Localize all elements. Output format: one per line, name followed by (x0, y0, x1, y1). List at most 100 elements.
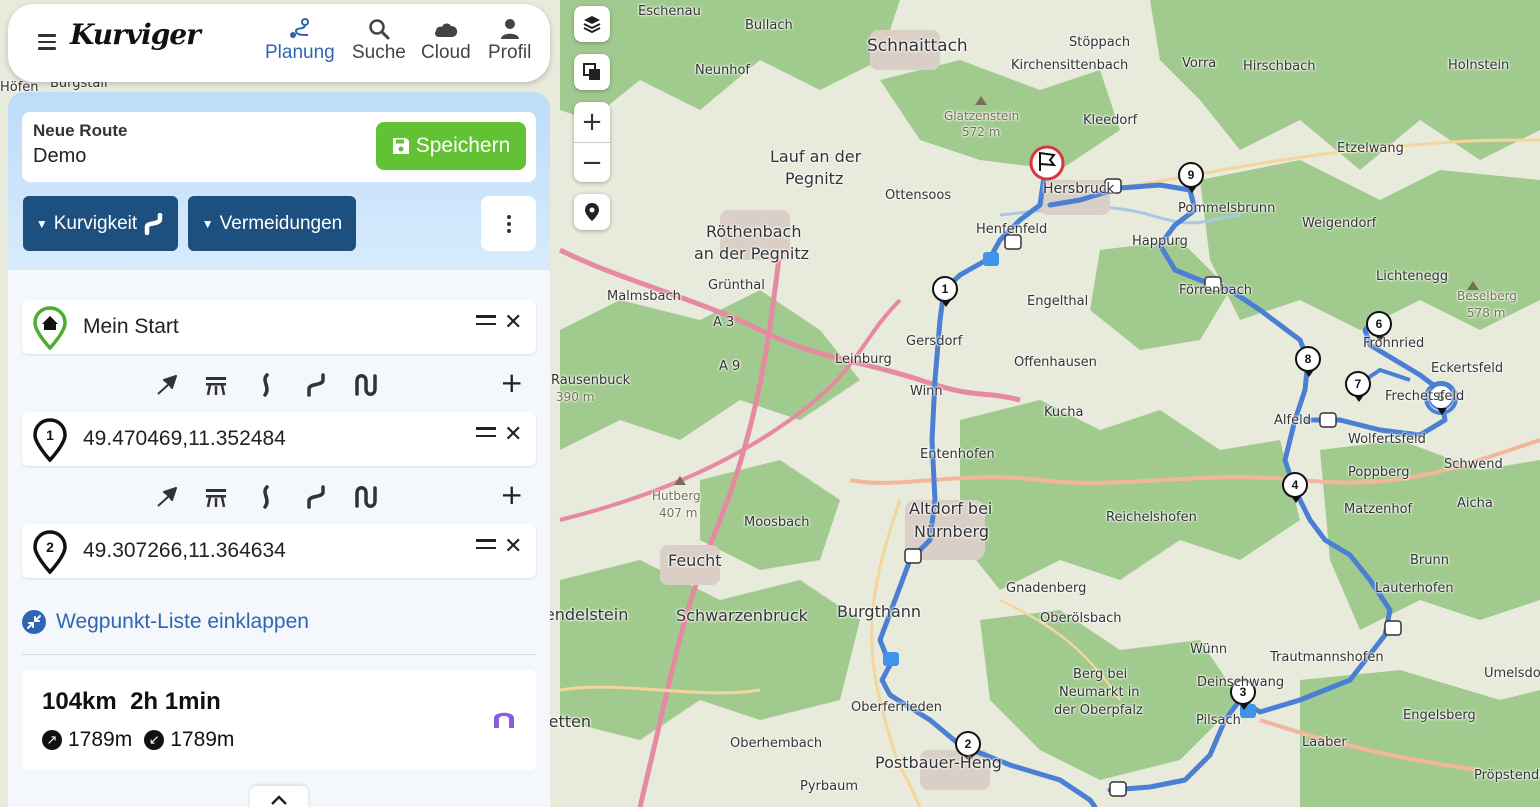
fast-mode-icon[interactable] (253, 372, 279, 398)
tunnel-icon[interactable] (492, 706, 516, 730)
map-label: Wünn (1190, 642, 1228, 657)
route-header: Neue Route Demo Speichern ▼ Kurvigkeit ▼… (8, 92, 550, 270)
cloud-icon (434, 23, 458, 37)
route-marker-9[interactable]: 9 (1178, 162, 1204, 193)
route-label: Neue Route (33, 121, 128, 140)
save-button[interactable]: Speichern (376, 122, 526, 170)
more-options-button[interactable] (481, 196, 536, 251)
map-label: Frohnried (1363, 336, 1425, 351)
collapse-waypoints-link[interactable]: Wegpunkt-Liste einklappen (22, 610, 309, 634)
extra-curvy-mode-icon[interactable] (353, 372, 379, 398)
duration-value: 2h 1min (130, 688, 221, 715)
waypoint-start[interactable]: Mein Start ✕ (22, 300, 536, 354)
map-label: Entenhofen (920, 447, 995, 462)
waypoint-1-marker-icon: 1 (33, 418, 67, 462)
map-label: Hersbruck (1043, 181, 1115, 197)
app-logo[interactable]: Kurviger (70, 18, 201, 51)
descent-value: 1789m (170, 728, 235, 751)
route-marker-1[interactable]: 1 (932, 276, 958, 307)
map-label: der Oberpfalz (1054, 703, 1143, 718)
direct-mode-icon[interactable] (154, 484, 180, 510)
nav-profil[interactable]: Profil (488, 18, 531, 64)
map-label: Postbauer-Heng (875, 753, 1002, 772)
route-marker-4[interactable]: 4 (1282, 472, 1308, 503)
map-label: Pilsach (1196, 713, 1241, 728)
map-label: Schwarzenbruck (676, 606, 808, 625)
remove-waypoint-icon[interactable]: ✕ (504, 422, 522, 447)
zoom-out-button[interactable]: − (574, 142, 610, 182)
map-label: Kleedorf (1083, 113, 1138, 128)
waypoint-text[interactable]: 49.470469,11.352484 (83, 427, 286, 451)
route-icon (289, 18, 309, 38)
map-label: Holnstein (1448, 58, 1510, 73)
caret-down-icon: ▼ (201, 216, 214, 231)
overlay-button[interactable] (574, 54, 610, 90)
add-waypoint-icon[interactable]: + (500, 366, 523, 399)
map-label: Neumarkt in (1059, 685, 1140, 700)
menu-icon[interactable] (38, 34, 56, 50)
map-label: Malmsbach (607, 289, 681, 304)
caret-down-icon: ▼ (35, 216, 48, 231)
nav-planung[interactable]: Planung (265, 18, 335, 64)
expand-panel-button[interactable] (250, 786, 308, 807)
map-label: Grünthal (708, 278, 765, 293)
add-waypoint-icon[interactable]: + (500, 478, 523, 511)
map-label: Beselberg (1457, 289, 1517, 303)
layers-button[interactable] (574, 6, 610, 42)
drag-handle-icon[interactable] (476, 427, 496, 442)
route-marker-8[interactable]: 8 (1295, 346, 1321, 377)
map-label: Lauterhofen (1375, 581, 1454, 596)
save-label: Speichern (415, 134, 511, 157)
map-label: Frechetsfeld (1385, 389, 1465, 404)
curviness-label: Kurvigkeit (53, 212, 138, 234)
route-marker-6[interactable]: 6 (1366, 311, 1392, 342)
curvy-mode-icon[interactable] (303, 484, 329, 510)
map-label: 572 m (962, 125, 1001, 139)
waypoint-1[interactable]: 1 49.470469,11.352484 ✕ (22, 412, 536, 466)
map-label: 407 m (659, 506, 698, 520)
map-label: Poppberg (1348, 465, 1410, 480)
route-card: Neue Route Demo Speichern (22, 112, 536, 182)
remove-waypoint-icon[interactable]: ✕ (504, 534, 522, 559)
map-label: Winn (910, 384, 943, 399)
finish-flag-icon (1029, 145, 1065, 181)
map-label: Oberölsbach (1040, 611, 1122, 626)
drag-handle-icon[interactable] (476, 539, 496, 554)
waypoint-text[interactable]: Mein Start (83, 315, 179, 339)
map-label: Engelsberg (1403, 708, 1476, 723)
highway-mode-icon[interactable] (203, 372, 229, 398)
map-label: Oberferrieden (851, 700, 942, 715)
map-label: Henfenfeld (976, 222, 1048, 237)
map-label: Trautmannshofen (1270, 650, 1384, 665)
map-label: Lichtenegg (1376, 269, 1449, 284)
drag-handle-icon[interactable] (476, 315, 496, 330)
highway-mode-icon[interactable] (203, 484, 229, 510)
locate-button[interactable] (574, 194, 610, 230)
nav-suche[interactable]: Suche (352, 18, 406, 64)
map-label: Berg bei (1073, 667, 1128, 682)
curvy-mode-icon[interactable] (303, 372, 329, 398)
nav-cloud[interactable]: Cloud (421, 18, 471, 64)
zoom-in-button[interactable]: + (574, 102, 610, 142)
map-label: Feucht (668, 551, 722, 570)
fast-mode-icon[interactable] (253, 484, 279, 510)
remove-waypoint-icon[interactable]: ✕ (504, 310, 522, 335)
waypoint-2-marker-icon: 2 (33, 530, 67, 574)
extra-curvy-mode-icon[interactable] (353, 484, 379, 510)
route-name-field[interactable]: Demo (33, 145, 86, 168)
waypoint-text[interactable]: 49.307266,11.364634 (83, 539, 286, 563)
map-label: Eckertsfeld (1431, 361, 1504, 376)
map-label: Etzelwang (1337, 141, 1404, 156)
map-label: Schnaittach (867, 36, 968, 56)
nav-label: Suche (352, 42, 406, 63)
route-marker-7[interactable]: 7 (1345, 371, 1371, 402)
map-label: 390 m (556, 390, 595, 404)
waypoint-2[interactable]: 2 49.307266,11.364634 ✕ (22, 524, 536, 578)
map-label: Leinburg (835, 352, 892, 367)
ascent-icon: ↗ (42, 730, 62, 750)
direct-mode-icon[interactable] (154, 372, 180, 398)
planning-panel: Neue Route Demo Speichern ▼ Kurvigkeit ▼… (8, 92, 550, 807)
map-label: Kirchensittenbach (1011, 58, 1129, 73)
avoid-button[interactable]: ▼ Vermeidungen (188, 196, 356, 251)
curviness-button[interactable]: ▼ Kurvigkeit (23, 196, 178, 251)
